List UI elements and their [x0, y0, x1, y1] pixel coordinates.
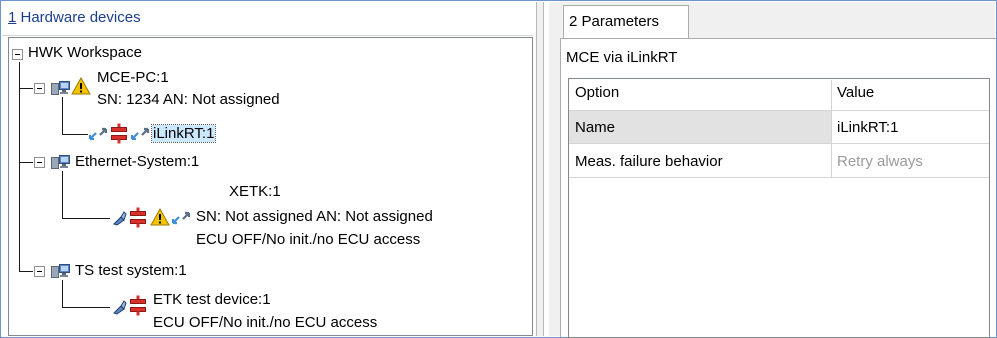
tree-node-mce-pc-serial: SN: 1234 AN: Not assigned — [97, 91, 280, 108]
collapse-workspace-toggle[interactable] — [12, 49, 23, 60]
tab-parameters[interactable]: 2 Parameters — [563, 5, 689, 38]
tree-trunk-line — [19, 62, 20, 272]
hardware-configuration-window: 1 Hardware devices HWK Workspace MCE-PC:… — [0, 0, 997, 338]
option-cell-meas-failure-behavior[interactable]: Meas. failure behavior — [575, 153, 723, 170]
column-divider[interactable] — [831, 80, 832, 177]
tree-branch-line — [62, 171, 63, 218]
tree-node-xetk[interactable]: XETK:1 — [229, 183, 281, 200]
tree-node-xetk-serial: SN: Not assigned AN: Not assigned — [196, 208, 433, 225]
tab-parameters-label: 2 Parameters — [569, 13, 660, 30]
pane-splitter[interactable] — [536, 2, 544, 336]
tree-branch-line — [19, 88, 33, 89]
hardware-devices-pane: 1 Hardware devices HWK Workspace MCE-PC:… — [2, 2, 533, 336]
collapse-ethernet-system-toggle[interactable] — [34, 157, 45, 168]
hardware-devices-header: 1 Hardware devices — [2, 2, 533, 36]
parameters-pane: 2 Parameters MCE via iLinkRT Option Valu… — [549, 2, 996, 338]
option-cell-name[interactable]: Name — [575, 119, 615, 136]
port-connector-icon — [129, 295, 147, 317]
row-divider — [569, 143, 989, 144]
hardware-devices-title[interactable]: 1 Hardware devices — [8, 9, 141, 26]
parameters-caption: MCE via iLinkRT — [566, 49, 678, 66]
port-connector-icon — [129, 207, 147, 229]
tree-node-ilinkrt[interactable]: iLinkRT:1 — [150, 124, 217, 143]
computer-system-icon — [51, 80, 71, 96]
computer-system-icon — [51, 263, 71, 279]
tree-node-ethernet-system[interactable]: Ethernet-System:1 — [75, 153, 199, 170]
tree-branch-line — [62, 97, 63, 134]
collapse-mce-pc-toggle[interactable] — [34, 83, 45, 94]
ecu-device-icon — [111, 210, 127, 226]
connection-arrows-icon — [171, 211, 191, 225]
tree-branch-line — [62, 307, 110, 308]
collapse-ts-test-system-toggle[interactable] — [34, 266, 45, 277]
warning-triangle-icon — [150, 208, 170, 226]
column-header-option[interactable]: Option — [575, 84, 619, 101]
hardware-tree[interactable]: HWK Workspace MCE-PC:1 SN: 1234 AN: Not … — [8, 37, 533, 336]
warning-triangle-icon — [71, 77, 91, 95]
column-header-value[interactable]: Value — [837, 84, 874, 101]
connection-arrows-icon — [88, 127, 108, 141]
parameters-grid[interactable]: Option Value Name iLinkRT:1 Meas. failur… — [568, 78, 990, 338]
tree-node-etk-test-device[interactable]: ETK test device:1 — [153, 291, 271, 308]
tree-branch-line — [62, 218, 110, 219]
tree-node-ilinkrt-label: iLinkRT:1 — [150, 124, 217, 143]
ecu-device-icon — [111, 299, 127, 315]
value-cell-meas-failure-behavior[interactable]: Retry always — [837, 153, 923, 170]
tree-branch-line — [19, 162, 33, 163]
computer-system-icon — [51, 154, 71, 170]
tree-node-xetk-status: ECU OFF/No init./no ECU access — [196, 231, 421, 248]
row-divider — [569, 110, 989, 111]
tree-node-workspace[interactable]: HWK Workspace — [28, 44, 142, 61]
parameters-panel: MCE via iLinkRT Option Value Name iLinkR… — [560, 38, 996, 338]
tree-node-ts-test-system[interactable]: TS test system:1 — [75, 262, 187, 279]
tree-branch-line — [19, 271, 33, 272]
row-divider — [569, 177, 989, 178]
connection-arrows-icon — [130, 127, 150, 141]
tree-branch-line — [62, 280, 63, 307]
hardware-devices-title-text: Hardware devices — [16, 9, 141, 26]
value-cell-name[interactable]: iLinkRT:1 — [837, 119, 898, 136]
tree-branch-line — [62, 134, 88, 135]
tree-node-mce-pc[interactable]: MCE-PC:1 — [97, 69, 169, 86]
tree-node-etk-status: ECU OFF/No init./no ECU access — [153, 314, 378, 331]
port-connector-icon — [110, 123, 128, 145]
